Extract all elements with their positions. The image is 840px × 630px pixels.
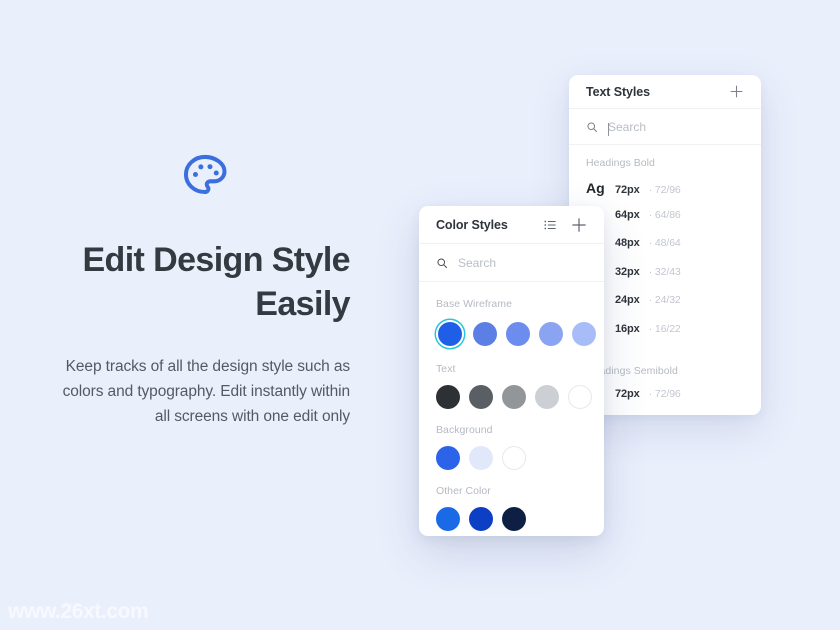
text-style-item[interactable]: Ag 72px · 72/96 [569, 180, 761, 209]
color-styles-header: Color Styles [419, 206, 604, 244]
color-swatch[interactable] [502, 446, 526, 470]
page-title-line-2: Easily [255, 284, 350, 323]
search-icon-glyph [437, 257, 447, 268]
text-styles-search-input[interactable] [608, 119, 761, 134]
color-swatch[interactable] [572, 322, 596, 346]
plus-icon-glyph [572, 217, 586, 232]
text-style-metrics: · 72/96 [648, 388, 681, 400]
page-description: Keep tracks of all the design style such… [62, 358, 350, 426]
color-swatch[interactable] [568, 385, 592, 409]
watermark: www.26xt.com [8, 600, 149, 623]
text-style-size: 48px [615, 237, 640, 249]
palette-icon-container [60, 150, 350, 207]
color-styles-search-input[interactable] [458, 255, 604, 270]
text-style-metrics: · 16/22 [648, 322, 681, 335]
color-group-other-color: Other Color [436, 485, 587, 531]
list-view-icon-glyph [544, 220, 556, 229]
text-styles-title: Text Styles [586, 84, 650, 99]
color-swatch[interactable] [502, 507, 526, 531]
color-swatch[interactable] [469, 446, 493, 470]
text-style-metrics: · 64/86 [648, 208, 681, 221]
search-icon-glyph [587, 121, 597, 132]
text-cursor [608, 122, 609, 136]
text-style-size: 24px [615, 294, 640, 306]
plus-icon-glyph [730, 85, 743, 98]
color-styles-title: Color Styles [436, 217, 508, 232]
text-styles-group-label-headings-bold: Headings Bold [586, 157, 655, 169]
swatch-row [436, 507, 587, 531]
text-style-size: 64px [615, 208, 640, 221]
color-group-text: Text [436, 363, 592, 409]
color-swatch[interactable] [469, 507, 493, 531]
hero-section: Edit Design Style Easily Keep tracks of … [60, 150, 351, 429]
color-swatch-selected[interactable] [438, 322, 462, 346]
color-group-label: Text [436, 363, 456, 375]
page-title-line-1: Edit Design Style [82, 241, 350, 279]
swatch-row [436, 446, 587, 470]
color-group-label: Background [436, 424, 493, 436]
color-swatch[interactable] [436, 446, 460, 470]
color-swatch[interactable] [539, 322, 563, 346]
color-styles-search-row[interactable] [419, 244, 604, 282]
color-styles-header-actions [543, 217, 587, 233]
color-styles-panel: Color Styles Search Base Wireframe Text … [419, 206, 604, 536]
color-swatch[interactable] [502, 385, 526, 409]
text-style-metrics: · 32/43 [648, 265, 681, 278]
swatch-row [436, 385, 592, 409]
text-style-size: 72px [615, 388, 640, 400]
text-style-size: 72px [615, 184, 640, 196]
color-swatch[interactable] [436, 507, 460, 531]
text-styles-search-row[interactable] [569, 109, 761, 145]
text-style-metrics: · 24/32 [648, 294, 681, 306]
color-styles-body: Base Wireframe Text Background Other Col… [419, 282, 604, 531]
plus-icon[interactable] [571, 217, 587, 233]
text-style-sample: Ag [586, 180, 605, 196]
color-swatch[interactable] [436, 385, 460, 409]
page-title: Edit Design Style Easily [60, 239, 350, 326]
text-styles-header: Text Styles [569, 75, 761, 109]
swatch-row [436, 320, 596, 348]
palette-icon [183, 154, 227, 195]
text-style-size: 16px [615, 322, 640, 335]
color-swatch[interactable] [469, 385, 493, 409]
plus-icon[interactable] [729, 84, 744, 99]
color-group-label: Base Wireframe [436, 298, 512, 310]
text-style-size: 32px [615, 265, 640, 278]
color-swatch[interactable] [506, 322, 530, 346]
text-style-metrics: · 48/64 [648, 237, 681, 249]
text-style-metrics: · 72/96 [648, 184, 681, 196]
color-group-label: Other Color [436, 485, 491, 497]
color-swatch[interactable] [473, 322, 497, 346]
search-icon [586, 121, 598, 133]
color-group-background: Background [436, 424, 587, 470]
search-icon [436, 257, 448, 269]
color-swatch[interactable] [535, 385, 559, 409]
list-view-icon[interactable] [543, 218, 557, 232]
color-group-base-wireframe: Base Wireframe [436, 298, 596, 348]
text-styles-header-actions [729, 84, 744, 99]
